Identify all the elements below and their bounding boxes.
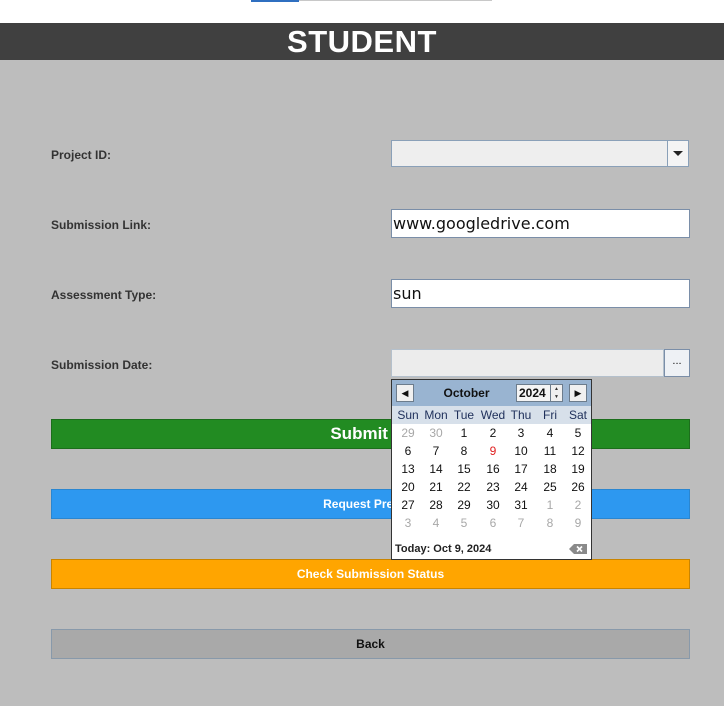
calendar-day[interactable]: 21	[422, 480, 450, 494]
previous-month-button[interactable]: ◀	[396, 384, 414, 402]
assessment-type-input[interactable]: sun	[391, 279, 690, 308]
calendar-day[interactable]: 26	[564, 480, 592, 494]
check-submission-status-button[interactable]: Check Submission Status	[51, 559, 690, 589]
calendar-day[interactable]: 12	[564, 444, 592, 458]
weekday-label: Wed	[480, 408, 506, 422]
submission-link-input[interactable]: www.googledrive.com	[391, 209, 690, 238]
calendar-day[interactable]: 1	[536, 498, 564, 512]
calendar-day[interactable]: 3	[394, 516, 422, 530]
calendar-day[interactable]: 7	[422, 444, 450, 458]
calendar-day[interactable]: 23	[479, 480, 507, 494]
calendar-day[interactable]: 25	[536, 480, 564, 494]
next-month-button[interactable]: ▶	[569, 384, 587, 402]
calendar-day[interactable]: 7	[507, 516, 535, 530]
year-spinner[interactable]: ▲ ▼	[550, 384, 563, 402]
clear-date-icon[interactable]	[568, 543, 588, 555]
calendar-popup: ◀ October 2024 ▲ ▼ ▶ Sun Mon Tue Wed Thu Fri S…	[391, 379, 592, 560]
calendar-day[interactable]: 19	[564, 462, 592, 476]
calendar-day[interactable]: 11	[536, 444, 564, 458]
weekday-label: Fri	[543, 408, 557, 422]
today-button[interactable]: Today: Oct 9, 2024	[395, 543, 491, 555]
calendar-day[interactable]: 18	[536, 462, 564, 476]
calendar-day[interactable]: 5	[450, 516, 478, 530]
calendar-day[interactable]: 13	[394, 462, 422, 476]
calendar-day[interactable]: 2	[564, 498, 592, 512]
calendar-header: ◀ October 2024 ▲ ▼ ▶	[392, 380, 591, 406]
calendar-day[interactable]: 27	[394, 498, 422, 512]
calendar-day[interactable]: 31	[507, 498, 535, 512]
submission-link-label: Submission Link:	[51, 218, 152, 232]
top-strip	[0, 0, 724, 23]
calendar-day[interactable]: 28	[422, 498, 450, 512]
calendar-day[interactable]: 2	[479, 426, 507, 440]
calendar-day[interactable]: 30	[479, 498, 507, 512]
weekday-label: Sat	[568, 408, 587, 422]
submission-date-field[interactable]	[391, 349, 664, 377]
submit-button[interactable]: Submit Pr	[51, 419, 690, 449]
calendar-day[interactable]: 9	[564, 516, 592, 530]
calendar-day[interactable]: 22	[450, 480, 478, 494]
weekday-label: Tue	[453, 408, 475, 422]
calendar-day[interactable]: 16	[479, 462, 507, 476]
calendar-day[interactable]: 29	[394, 426, 422, 440]
dropdown-arrow-button[interactable]	[667, 141, 688, 166]
calendar-day[interactable]: 3	[507, 426, 535, 440]
calendar-day[interactable]: 30	[422, 426, 450, 440]
calendar-day[interactable]: 5	[564, 426, 592, 440]
weekday-header-row: Sun Mon Tue Wed Thu Fri Sat	[392, 406, 591, 424]
spin-up-icon[interactable]: ▲	[551, 385, 562, 393]
weekday-label: Thu	[510, 408, 532, 422]
calendar-day[interactable]: 4	[422, 516, 450, 530]
calendar-day[interactable]: 8	[536, 516, 564, 530]
calendar-month[interactable]: October	[419, 386, 514, 400]
tab-indicator	[299, 0, 492, 1]
calendar-day[interactable]: 17	[507, 462, 535, 476]
calendar-day-today[interactable]: 9	[479, 444, 507, 458]
request-button[interactable]: Request Present	[51, 489, 690, 519]
assessment-type-label: Assessment Type:	[51, 288, 157, 302]
calendar-day[interactable]: 14	[422, 462, 450, 476]
date-picker-button[interactable]: ...	[664, 349, 690, 377]
calendar-day[interactable]: 10	[507, 444, 535, 458]
calendar-day[interactable]: 6	[394, 444, 422, 458]
calendar-day[interactable]: 29	[450, 498, 478, 512]
tab-indicator-active	[251, 0, 299, 2]
calendar-day[interactable]: 4	[536, 426, 564, 440]
spin-down-icon[interactable]: ▼	[551, 393, 562, 401]
chevron-down-icon	[673, 151, 683, 156]
back-button[interactable]: Back	[51, 629, 690, 659]
calendar-day[interactable]: 8	[450, 444, 478, 458]
calendar-day[interactable]: 24	[507, 480, 535, 494]
calendar-year-field[interactable]: 2024	[516, 384, 551, 402]
page-title: STUDENT	[0, 23, 724, 60]
project-id-combobox[interactable]	[391, 140, 689, 167]
calendar-day[interactable]: 6	[479, 516, 507, 530]
calendar-day[interactable]: 15	[450, 462, 478, 476]
calendar-day[interactable]: 1	[450, 426, 478, 440]
submission-date-label: Submission Date:	[51, 358, 153, 372]
calendar-day[interactable]: 20	[394, 480, 422, 494]
weekday-label: Sun	[397, 408, 419, 422]
weekday-label: Mon	[424, 408, 448, 422]
project-id-label: Project ID:	[51, 148, 112, 162]
